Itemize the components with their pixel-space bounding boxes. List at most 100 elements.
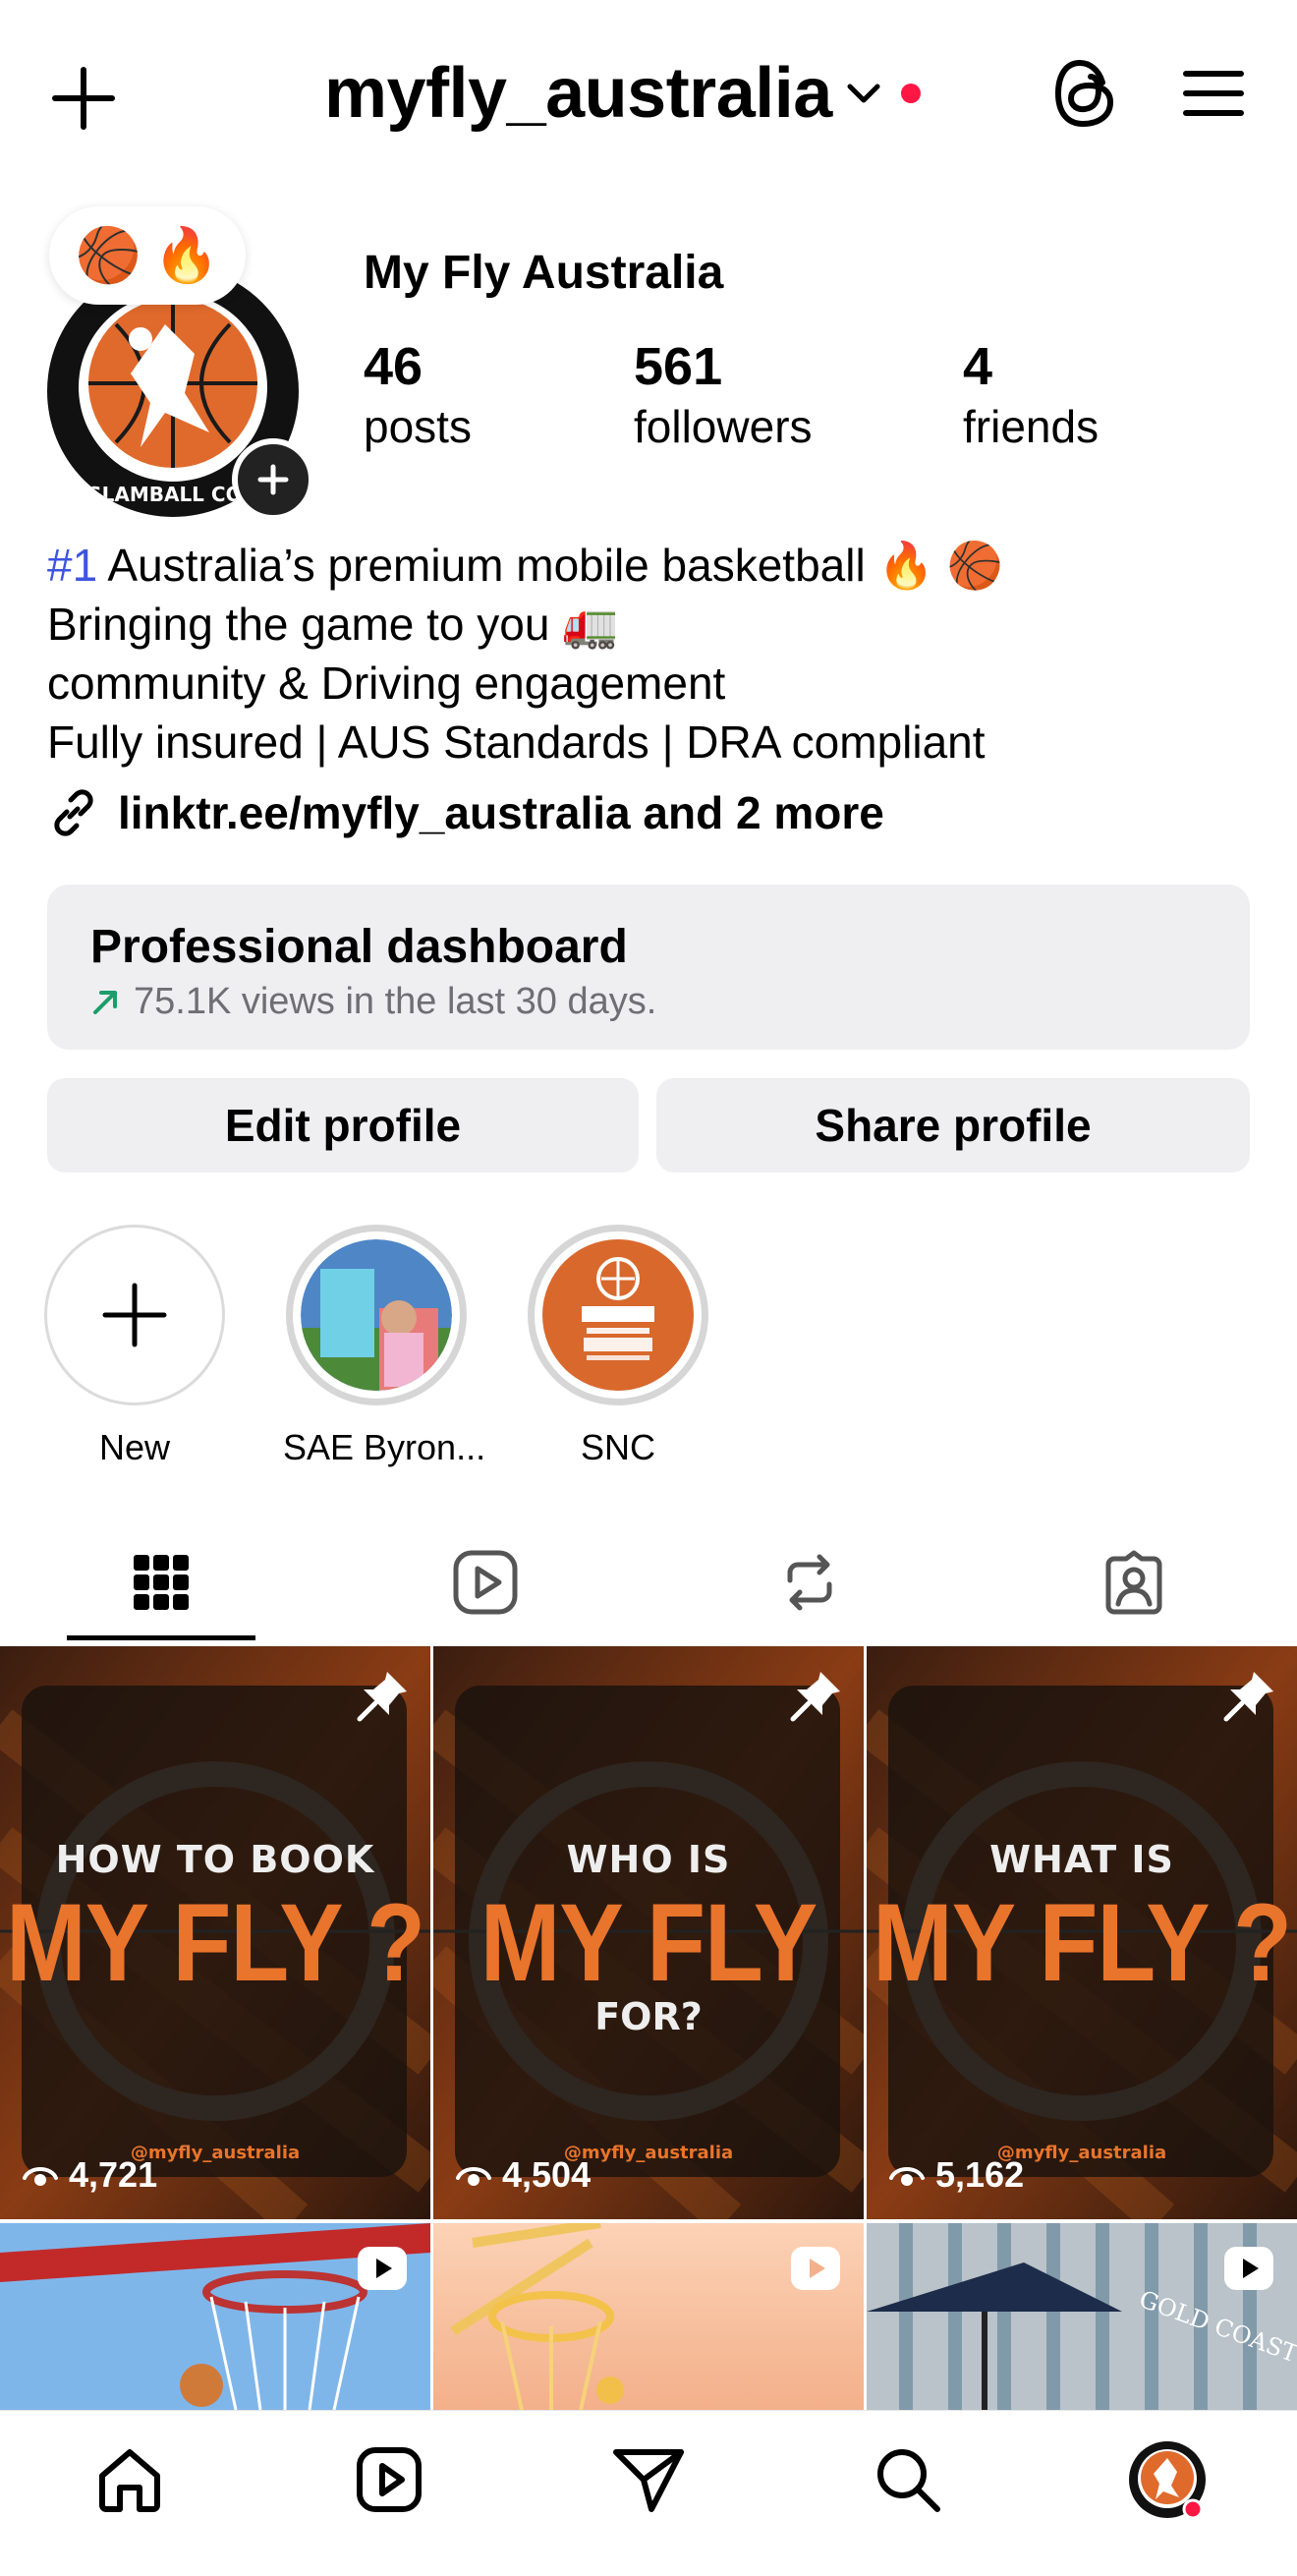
nav-search[interactable] (778, 2411, 1038, 2548)
dashboard-views-text: 75.1K views in the last 30 days. (134, 981, 657, 1022)
tab-reels[interactable] (358, 1518, 613, 1646)
plus-icon (102, 1283, 167, 1347)
menu-button[interactable] (1169, 49, 1258, 138)
posts-stat[interactable]: 46 posts (364, 336, 472, 456)
post-subheading: FOR? (594, 1995, 703, 2038)
followers-stat[interactable]: 561 followers (634, 336, 813, 456)
eye-icon (456, 2167, 491, 2186)
pin-icon (357, 1672, 407, 1722)
tab-reposts[interactable] (682, 1518, 937, 1646)
fire-emoji: 🔥 (153, 225, 220, 285)
link-icon (54, 789, 93, 836)
reel-icon (1224, 2247, 1273, 2290)
profile-avatar (1129, 2441, 1206, 2520)
bio-line-3: community & Driving engagement (47, 658, 726, 709)
post-heading: WHO IS (566, 1838, 731, 1881)
new-highlight-circle (44, 1225, 225, 1405)
post-tile[interactable]: WHAT IS MY FLY ? @myfly_australia 5,162 (867, 1646, 1297, 2219)
highlight-cover-image (301, 1239, 452, 1391)
friends-stat[interactable]: 4 friends (963, 336, 1099, 456)
post-title: MY FLY ? (873, 1879, 1292, 2005)
pin-icon (790, 1672, 840, 1722)
nav-profile[interactable] (1038, 2411, 1297, 2548)
eye-icon (889, 2167, 925, 2186)
threads-button[interactable] (1042, 49, 1130, 138)
notification-dot (900, 84, 921, 103)
reels-icon (453, 1550, 518, 1615)
bio-line-2: Bringing the game to you 🚛 (47, 599, 619, 650)
highlight-cover (528, 1225, 708, 1405)
highlight-label: SNC (580, 1427, 655, 1467)
highlight-label: New (98, 1427, 171, 1467)
tab-tagged[interactable] (1006, 1518, 1262, 1646)
hamburger-menu-icon (1183, 71, 1244, 116)
account-switcher[interactable]: myfly_australia (324, 49, 921, 138)
threads-icon (1054, 59, 1114, 128)
dashboard-title: Professional dashboard (90, 921, 628, 973)
display-name: My Fly Australia (364, 247, 724, 299)
create-button[interactable] (39, 54, 128, 143)
search-icon (877, 2449, 940, 2512)
bio: #1 Australia’s premium mobile basketball… (47, 536, 1246, 772)
view-count: 5,162 (888, 2154, 1024, 2196)
link-text: linktr.ee/myfly_australia and 2 more (118, 787, 884, 838)
post-tile[interactable]: WHO IS MY FLY FOR? @myfly_australia 4,50… (433, 1646, 864, 2219)
grid-icon (134, 1555, 189, 1610)
post-heading: HOW TO BOOK (55, 1838, 375, 1881)
followers-label: followers (634, 401, 813, 452)
view-count-text: 4,721 (69, 2154, 158, 2195)
highlight-new[interactable]: New (41, 1225, 228, 1468)
view-count: 4,721 (22, 2154, 157, 2196)
note-bubble[interactable]: 🏀 🔥 (49, 206, 246, 305)
view-count-text: 4,504 (502, 2154, 592, 2195)
dashboard-subtitle: 75.1K views in the last 30 days. (90, 981, 656, 1023)
bio-link[interactable]: linktr.ee/myfly_australia and 2 more (47, 786, 884, 839)
post-tile[interactable]: GOLD COAST SPORTS (867, 2223, 1297, 2410)
post-title: MY FLY ? (6, 1879, 425, 2005)
highlight-sae-byron[interactable]: SAE Byron... (283, 1225, 485, 1468)
top-bar: myfly_australia (0, 0, 1297, 187)
view-count-text: 5,162 (935, 2154, 1025, 2195)
active-tab-indicator (67, 1635, 255, 1640)
nav-home[interactable] (0, 2411, 259, 2548)
reel-icon (358, 2247, 407, 2290)
post-tile[interactable] (0, 2223, 430, 2410)
reel-icon (791, 2247, 840, 2290)
send-icon (613, 2449, 684, 2512)
plus-icon (257, 464, 289, 495)
post-heading: WHAT IS (989, 1838, 1174, 1881)
highlight-cover (286, 1225, 467, 1405)
view-count: 4,504 (455, 2154, 591, 2196)
home-icon (99, 2449, 160, 2512)
plus-icon (52, 67, 115, 130)
bio-line-4: Fully insured | AUS Standards | DRA comp… (47, 716, 986, 768)
share-profile-button[interactable]: Share profile (656, 1078, 1250, 1173)
posts-count: 46 (364, 337, 423, 396)
highlight-snc[interactable]: SNC (525, 1225, 711, 1468)
reels-icon (357, 2447, 422, 2512)
eye-icon (23, 2167, 58, 2186)
bio-line-1-text: Australia’s premium mobile basketball 🔥 … (97, 540, 1003, 591)
add-story-button[interactable] (232, 438, 314, 521)
tab-grid[interactable] (33, 1518, 289, 1646)
post-tile[interactable] (433, 2223, 864, 2410)
professional-dashboard[interactable]: Professional dashboard 75.1K views in th… (47, 885, 1250, 1050)
bio-hashtag[interactable]: #1 (47, 540, 97, 591)
posts-label: posts (364, 401, 472, 452)
followers-count: 561 (634, 337, 723, 396)
bio-line-1: #1 Australia’s premium mobile basketball… (47, 536, 1246, 595)
tagged-icon (1105, 1550, 1162, 1615)
pin-icon (1223, 1672, 1273, 1722)
friends-label: friends (963, 401, 1100, 452)
username: myfly_australia (324, 54, 832, 133)
post-title: MY FLY (479, 1879, 818, 2005)
post-tile[interactable]: HOW TO BOOK MY FLY ? @myfly_australia 4,… (0, 1646, 430, 2219)
chevron-down-icon (847, 84, 880, 103)
nav-reels[interactable] (259, 2411, 519, 2548)
basketball-emoji: 🏀 (75, 225, 141, 285)
bottom-navigation (0, 2410, 1297, 2576)
repost-icon (787, 1554, 832, 1611)
nav-messages[interactable] (519, 2411, 778, 2548)
friends-count: 4 (963, 337, 993, 396)
edit-profile-button[interactable]: Edit profile (47, 1078, 639, 1173)
